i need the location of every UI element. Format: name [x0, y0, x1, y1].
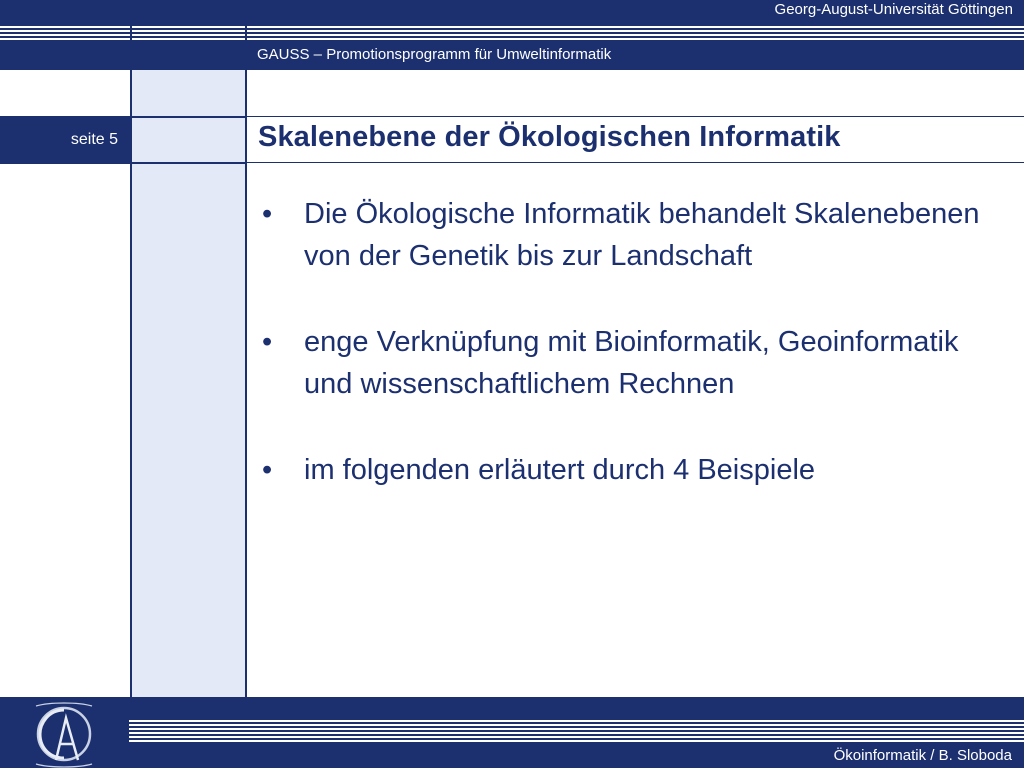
bullet-marker: •: [262, 198, 273, 230]
bullet-item: • im folgenden erläutert durch 4 Beispiel…: [258, 449, 998, 491]
title-top-rule: [246, 116, 1024, 117]
title-bottom-rule: [246, 162, 1024, 163]
footer-stripes: [0, 718, 1024, 742]
program-name: GAUSS – Promotionsprogramm für Umweltinf…: [257, 46, 612, 63]
bullet-list: • Die Ökologische Informatik behandelt Sk…: [258, 193, 998, 535]
bullet-marker: •: [262, 454, 273, 486]
footer-upper-bar: [0, 697, 1024, 718]
bullet-text: Die Ökologische Informatik behandelt Ska…: [304, 198, 980, 272]
title-top-rule-left: [0, 116, 246, 118]
logo-box: [0, 698, 129, 768]
title-bottom-rule-left: [0, 162, 246, 164]
bullet-text: enge Verknüpfung mit Bioinformatik, Geoi…: [304, 326, 959, 400]
slide-title: Skalenebene der Ökologischen Informatik: [258, 121, 841, 153]
header-stripes: [0, 24, 1024, 41]
column-divider-right: [245, 0, 247, 768]
column-divider-left: [130, 0, 132, 768]
bullet-marker: •: [262, 326, 273, 358]
university-name: Georg-August-Universität Göttingen: [774, 1, 1013, 18]
footer-author: Ökoinformatik / B. Sloboda: [833, 747, 1012, 764]
bullet-item: • enge Verknüpfung mit Bioinformatik, Geo…: [258, 321, 998, 405]
page-number: seite 5: [70, 131, 118, 148]
university-seal-icon: [35, 702, 93, 768]
bullet-text: im folgenden erläutert durch 4 Beispiele: [304, 454, 816, 486]
slide: Georg-August-Universität Göttingen GAUSS…: [0, 0, 1024, 768]
bullet-item: • Die Ökologische Informatik behandelt Sk…: [258, 193, 998, 277]
